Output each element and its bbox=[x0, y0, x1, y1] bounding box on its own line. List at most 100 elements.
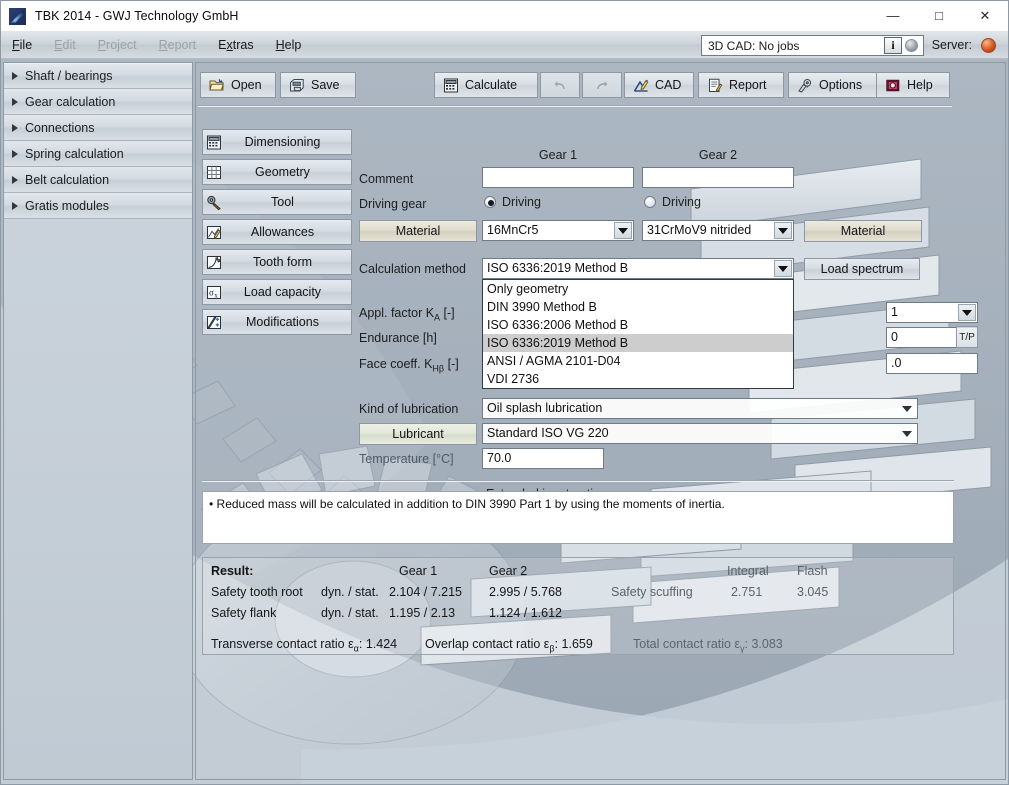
sidebar-item-shaft-bearings[interactable]: Shaft / bearings bbox=[4, 63, 192, 89]
report-button[interactable]: Report bbox=[698, 72, 784, 98]
redo-arrow-icon bbox=[594, 78, 610, 93]
load-spectrum-button[interactable]: Load spectrum bbox=[804, 258, 920, 280]
redo-button[interactable] bbox=[582, 72, 622, 98]
lubricant-combo[interactable]: Standard ISO VG 220 bbox=[482, 423, 918, 444]
driving-gear1-radio[interactable]: Driving bbox=[484, 195, 541, 209]
nav-button-geometry[interactable]: Geometry bbox=[202, 159, 352, 185]
help-button-label: Help bbox=[907, 78, 933, 92]
endurance-label: Endurance [h] bbox=[359, 331, 437, 345]
material-gear2-combo[interactable]: 31CrMoV9 nitrided bbox=[642, 220, 794, 241]
lubricant-button[interactable]: Lubricant bbox=[359, 423, 477, 445]
sidebar-item-belt-calculation[interactable]: Belt calculation bbox=[4, 167, 192, 193]
cad-pencil-ruler-icon bbox=[633, 78, 649, 93]
nav-button-load-capacity[interactable]: σ x Load capacity bbox=[202, 279, 352, 305]
nav-button-modifications[interactable]: Modifications bbox=[202, 309, 352, 335]
temperature-label: Temperature [°C] bbox=[359, 452, 454, 466]
driving-gear1-label: Driving bbox=[502, 195, 541, 209]
menu-extras[interactable]: Extras bbox=[207, 36, 264, 54]
appl-factor-combo[interactable]: 1 bbox=[886, 302, 978, 323]
menu-help[interactable]: Help bbox=[265, 36, 313, 54]
result-total-value: : 3.083 bbox=[745, 637, 783, 651]
module-sidebar: Shaft / bearings Gear calculation Connec… bbox=[3, 62, 193, 780]
nav-button-dimensioning[interactable]: Dimensioning bbox=[202, 129, 352, 155]
maximize-button[interactable]: □ bbox=[916, 1, 962, 30]
appl-factor-label: Appl. factor KA [-] bbox=[359, 306, 455, 323]
sidebar-item-label: Connections bbox=[25, 121, 95, 135]
appl-factor-value: 1 bbox=[891, 305, 898, 319]
result-transverse-ratio: Transverse contact ratio εα: 1.424 bbox=[211, 637, 397, 654]
lubricant-value: Standard ISO VG 220 bbox=[487, 426, 609, 440]
result-col-gear2: Gear 2 bbox=[489, 564, 527, 578]
nav-button-tool[interactable]: Tool bbox=[202, 189, 352, 215]
options-button[interactable]: Options bbox=[788, 72, 880, 98]
calculation-method-dropdown-list[interactable]: Only geometry DIN 3990 Method B ISO 6336… bbox=[482, 279, 794, 389]
minimize-button[interactable]: — bbox=[870, 1, 916, 30]
tool-icon bbox=[206, 195, 222, 210]
result-title: Result: bbox=[211, 564, 253, 578]
info-icon[interactable]: i bbox=[884, 37, 902, 54]
options-gear-tools-icon bbox=[797, 78, 813, 93]
face-coeff-input[interactable]: .0 bbox=[886, 353, 978, 374]
result-row1-gear1: 2.104 / 7.215 bbox=[389, 585, 462, 599]
material-gear1-combo[interactable]: 16MnCr5 bbox=[482, 220, 634, 241]
title-bar: TBK 2014 - GWJ Technology GmbH — □ ✕ bbox=[1, 1, 1008, 31]
material-gear1-value: 16MnCr5 bbox=[487, 223, 538, 237]
result-overlap-value: : 1.659 bbox=[555, 637, 593, 651]
tbk-logo-icon bbox=[9, 8, 26, 25]
help-button[interactable]: Help bbox=[876, 72, 950, 98]
save-button[interactable]: Save bbox=[280, 72, 356, 98]
lubrication-combo[interactable]: Oil splash lubrication bbox=[482, 398, 918, 419]
calculator-icon bbox=[206, 135, 222, 150]
tp-button[interactable]: T/P bbox=[956, 326, 978, 348]
menu-bar: File Edit Project Report Extras Help 3D … bbox=[1, 31, 1008, 59]
dropdown-option[interactable]: ISO 6336:2006 Method B bbox=[483, 316, 793, 334]
dropdown-option[interactable]: VDI 2736 bbox=[483, 370, 793, 388]
result-transverse-label: Transverse contact ratio ε bbox=[211, 637, 354, 651]
dropdown-option[interactable]: DIN 3990 Method B bbox=[483, 298, 793, 316]
dropdown-option-selected[interactable]: ISO 6336:2019 Method B bbox=[483, 334, 793, 352]
chevron-down-icon[interactable] bbox=[614, 222, 632, 239]
result-row2-mode: dyn. / stat. bbox=[321, 606, 379, 620]
open-button[interactable]: Open bbox=[200, 72, 276, 98]
nav-button-allowances[interactable]: Allowances bbox=[202, 219, 352, 245]
close-button[interactable]: ✕ bbox=[962, 1, 1008, 30]
nav-button-label: Modifications bbox=[222, 315, 351, 329]
temperature-input[interactable]: 70.0 bbox=[482, 448, 604, 469]
cad-status-text: 3D CAD: No jobs bbox=[702, 39, 884, 53]
calculate-button[interactable]: Calculate bbox=[434, 72, 538, 98]
chevron-down-icon[interactable] bbox=[958, 304, 976, 321]
menu-file[interactable]: File bbox=[1, 36, 43, 54]
dropdown-option[interactable]: ANSI / AGMA 2101-D04 bbox=[483, 352, 793, 370]
chevron-down-icon[interactable] bbox=[898, 400, 916, 417]
calculation-method-label: Calculation method bbox=[359, 262, 466, 276]
toolbar: Open Save bbox=[196, 63, 1005, 110]
chevron-down-icon[interactable] bbox=[774, 222, 792, 239]
driving-gear2-radio[interactable]: Driving bbox=[644, 195, 701, 209]
chevron-right-icon bbox=[12, 124, 18, 132]
menu-project[interactable]: Project bbox=[87, 36, 148, 54]
material-gear2-button[interactable]: Material bbox=[804, 220, 922, 242]
help-book-icon bbox=[885, 78, 901, 93]
comment-gear1-input[interactable] bbox=[482, 167, 634, 188]
result-total-ratio: Total contact ratio εγ: 3.083 bbox=[633, 637, 783, 654]
dropdown-option[interactable]: Only geometry bbox=[483, 280, 793, 298]
cad-button[interactable]: CAD bbox=[624, 72, 694, 98]
material-gear1-button[interactable]: Material bbox=[359, 220, 477, 242]
nav-button-tooth-form[interactable]: Tooth form bbox=[202, 249, 352, 275]
comment-gear2-input[interactable] bbox=[642, 167, 794, 188]
sidebar-item-spring-calculation[interactable]: Spring calculation bbox=[4, 141, 192, 167]
menu-report[interactable]: Report bbox=[148, 36, 208, 54]
undo-button[interactable] bbox=[540, 72, 580, 98]
sidebar-item-gear-calculation[interactable]: Gear calculation bbox=[4, 89, 192, 115]
sidebar-item-connections[interactable]: Connections bbox=[4, 115, 192, 141]
calculate-button-label: Calculate bbox=[465, 78, 517, 92]
chevron-right-icon bbox=[12, 176, 18, 184]
chevron-down-icon[interactable] bbox=[898, 425, 916, 442]
chevron-down-icon[interactable] bbox=[774, 260, 792, 277]
result-overlap-label: Overlap contact ratio ε bbox=[425, 637, 549, 651]
menu-edit[interactable]: Edit bbox=[43, 36, 87, 54]
modifications-icon bbox=[206, 315, 222, 330]
result-total-label: Total contact ratio ε bbox=[633, 637, 740, 651]
calculation-method-combo[interactable]: ISO 6336:2019 Method B bbox=[482, 258, 794, 279]
sidebar-item-gratis-modules[interactable]: Gratis modules bbox=[4, 193, 192, 219]
